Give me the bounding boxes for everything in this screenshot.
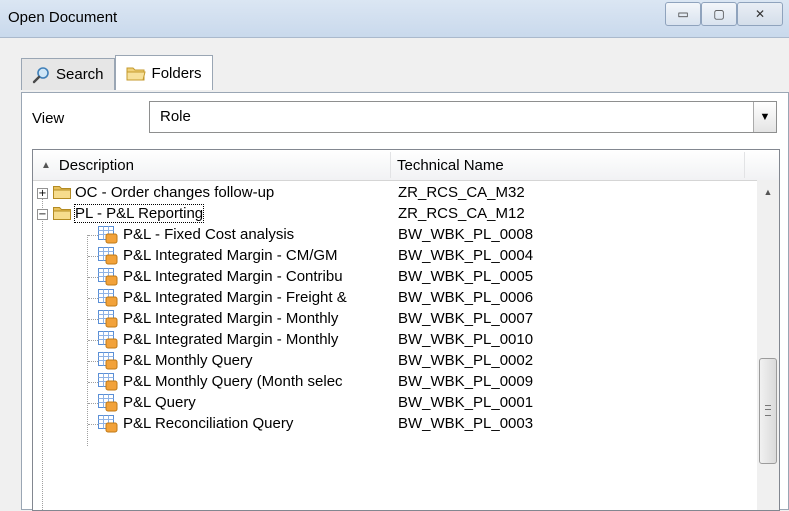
tree-connector <box>88 340 98 341</box>
query-workbook-icon <box>98 394 118 412</box>
tree-header: ▲ Description Technical Name <box>33 150 779 181</box>
tree-row-query[interactable]: P&L Monthly Query BW_WBK_PL_0002 <box>33 351 755 372</box>
close-icon: ✕ <box>754 7 766 21</box>
title-bar: Open Document ▭ ▢ ✕ <box>0 0 789 38</box>
row-description: P&L Integrated Margin - Monthly <box>123 331 339 348</box>
tab-search-label: Search <box>56 66 104 83</box>
tree-rows: + OC - Order changes follow-up ZR_RCS_CA… <box>33 183 755 435</box>
tree-row-query[interactable]: P&L Integrated Margin - Monthly BW_WBK_P… <box>33 309 755 330</box>
row-description: P&L Integrated Margin - Monthly <box>123 310 339 327</box>
row-description: P&L - Fixed Cost analysis <box>123 226 295 243</box>
row-technical-name: ZR_RCS_CA_M12 <box>398 205 525 222</box>
tree-connector <box>88 382 98 383</box>
query-workbook-icon <box>98 289 118 307</box>
scroll-up-icon: ▲ <box>763 187 773 197</box>
tree-connector <box>88 235 98 236</box>
tree-row-folder[interactable]: + OC - Order changes follow-up ZR_RCS_CA… <box>33 183 755 204</box>
row-description: PL - P&L Reporting <box>73 204 205 223</box>
row-technical-name: BW_WBK_PL_0002 <box>398 352 534 369</box>
tree-row-query[interactable]: P&L Integrated Margin - Contribu BW_WBK_… <box>33 267 755 288</box>
folders-panel: View Role ▼ ▲ Description Technical Name… <box>21 92 789 511</box>
column-divider <box>744 152 745 178</box>
tree-row-query[interactable]: P&L Integrated Margin - Monthly BW_WBK_P… <box>33 330 755 351</box>
row-description: P&L Reconciliation Query <box>123 415 294 432</box>
tree-connector <box>88 298 98 299</box>
row-description: P&L Integrated Margin - Freight & <box>123 289 347 306</box>
column-header-description[interactable]: ▲ Description <box>41 150 134 180</box>
row-technical-name: BW_WBK_PL_0003 <box>398 415 534 432</box>
column-header-description-label: Description <box>58 156 134 174</box>
vertical-scrollbar[interactable]: ▲ <box>757 180 779 510</box>
tree-connector <box>88 403 98 404</box>
tree-connector <box>88 361 98 362</box>
query-workbook-icon <box>98 415 118 433</box>
maximize-button[interactable]: ▢ <box>701 2 737 26</box>
row-technical-name: BW_WBK_PL_0010 <box>398 331 534 348</box>
column-divider[interactable] <box>390 152 391 178</box>
row-technical-name: BW_WBK_PL_0009 <box>398 373 534 390</box>
row-technical-name: BW_WBK_PL_0006 <box>398 289 534 306</box>
tree-row-folder[interactable]: − PL - P&L Reporting ZR_RCS_CA_M12 <box>33 204 755 225</box>
tree-row-query[interactable]: P&L Integrated Margin - CM/GM BW_WBK_PL_… <box>33 246 755 267</box>
document-tree: ▲ Description Technical Name + OC - Orde… <box>32 149 780 511</box>
sort-ascending-icon: ▲ <box>41 159 51 171</box>
row-description: P&L Integrated Margin - Contribu <box>123 268 343 285</box>
view-dropdown[interactable]: Role ▼ <box>149 101 777 133</box>
column-header-technical-name-label: Technical Name <box>397 156 504 174</box>
view-dropdown-button[interactable]: ▼ <box>753 102 776 132</box>
query-workbook-icon <box>98 352 118 370</box>
tree-row-query[interactable]: P&L Monthly Query (Month selec BW_WBK_PL… <box>33 372 755 393</box>
query-workbook-icon <box>98 373 118 391</box>
expand-icon[interactable]: + <box>37 188 48 199</box>
query-workbook-icon <box>98 310 118 328</box>
close-button[interactable]: ✕ <box>737 2 783 26</box>
tree-row-query[interactable]: P&L Integrated Margin - Freight & BW_WBK… <box>33 288 755 309</box>
tree-connector <box>88 277 98 278</box>
collapse-icon[interactable]: − <box>37 209 48 220</box>
scrollbar-thumb[interactable] <box>759 358 777 464</box>
grip-icon <box>765 405 771 416</box>
minimize-button[interactable]: ▭ <box>665 2 701 26</box>
query-workbook-icon <box>98 268 118 286</box>
column-header-technical-name[interactable]: Technical Name <box>397 150 504 180</box>
tree-connector <box>88 424 98 425</box>
row-technical-name: BW_WBK_PL_0005 <box>398 268 534 285</box>
maximize-icon: ▢ <box>713 7 725 21</box>
tree-connector <box>88 256 98 257</box>
query-workbook-icon <box>98 226 118 244</box>
view-label: View <box>32 110 65 127</box>
row-description: P&L Query <box>123 394 196 411</box>
row-description: P&L Monthly Query <box>123 352 253 369</box>
row-technical-name: BW_WBK_PL_0001 <box>398 394 534 411</box>
row-technical-name: ZR_RCS_CA_M32 <box>398 184 525 201</box>
row-technical-name: BW_WBK_PL_0004 <box>398 247 534 264</box>
tree-row-query[interactable]: P&L Reconciliation Query BW_WBK_PL_0003 <box>33 414 755 435</box>
row-description: P&L Integrated Margin - CM/GM <box>123 247 338 264</box>
search-icon <box>32 66 49 83</box>
scroll-up-button[interactable]: ▲ <box>757 182 779 202</box>
open-folder-icon <box>53 207 71 220</box>
minimize-icon: ▭ <box>677 7 689 21</box>
query-workbook-icon <box>98 247 118 265</box>
view-selected-value: Role <box>160 108 191 125</box>
window-title: Open Document <box>8 9 118 26</box>
row-description: P&L Monthly Query (Month selec <box>123 373 343 390</box>
row-technical-name: BW_WBK_PL_0007 <box>398 310 534 327</box>
window-controls: ▭ ▢ ✕ <box>665 2 783 26</box>
row-description: OC - Order changes follow-up <box>75 184 275 201</box>
folder-icon <box>53 186 71 199</box>
tab-folders-label: Folders <box>151 64 202 82</box>
tree-connector <box>88 319 98 320</box>
query-workbook-icon <box>98 331 118 349</box>
tree-row-query[interactable]: P&L Query BW_WBK_PL_0001 <box>33 393 755 414</box>
tree-row-query[interactable]: P&L - Fixed Cost analysis BW_WBK_PL_0008 <box>33 225 755 246</box>
tab-strip: Search Folders <box>21 55 213 90</box>
row-technical-name: BW_WBK_PL_0008 <box>398 226 534 243</box>
chevron-down-icon: ▼ <box>759 111 771 123</box>
tab-folders[interactable]: Folders <box>114 55 213 90</box>
folder-icon <box>126 67 146 81</box>
tab-search[interactable]: Search <box>21 58 115 90</box>
